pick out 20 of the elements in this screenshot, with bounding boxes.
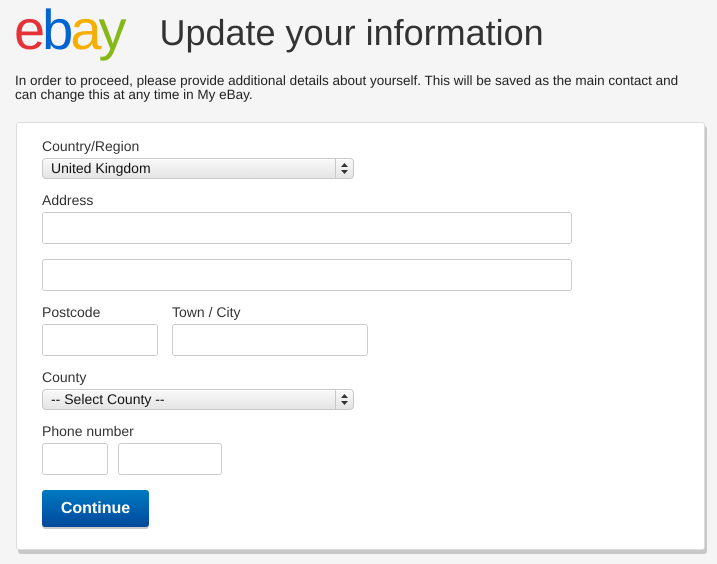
up-down-arrows-icon <box>341 394 348 405</box>
logo: ebay <box>14 2 125 63</box>
text-field[interactable] <box>172 324 368 356</box>
intro-text: In order to proceed, please provide additional details about yourself. This will be saved as the main contact and can change this at any time in My eBay. <box>14 72 680 102</box>
dropdown[interactable]: United Kingdom <box>42 158 354 179</box>
dropdown[interactable]: -- Select County -- <box>42 389 354 410</box>
field-label: Postcode <box>42 303 102 321</box>
text-field[interactable] <box>42 324 158 356</box>
field-label: Phone number <box>42 422 135 440</box>
text-field[interactable] <box>42 443 108 475</box>
field-label: Address <box>42 191 94 209</box>
text-field[interactable] <box>42 259 572 291</box>
text-field[interactable] <box>42 212 572 244</box>
text-field[interactable] <box>118 443 222 475</box>
continue-button[interactable]: Continue <box>42 490 149 527</box>
page-title: Update your information <box>159 15 544 51</box>
up-down-arrows-icon <box>341 163 348 174</box>
field-label: County <box>42 368 88 386</box>
field-label: Town / City <box>172 303 242 321</box>
field-label: Country/Region <box>42 137 140 155</box>
